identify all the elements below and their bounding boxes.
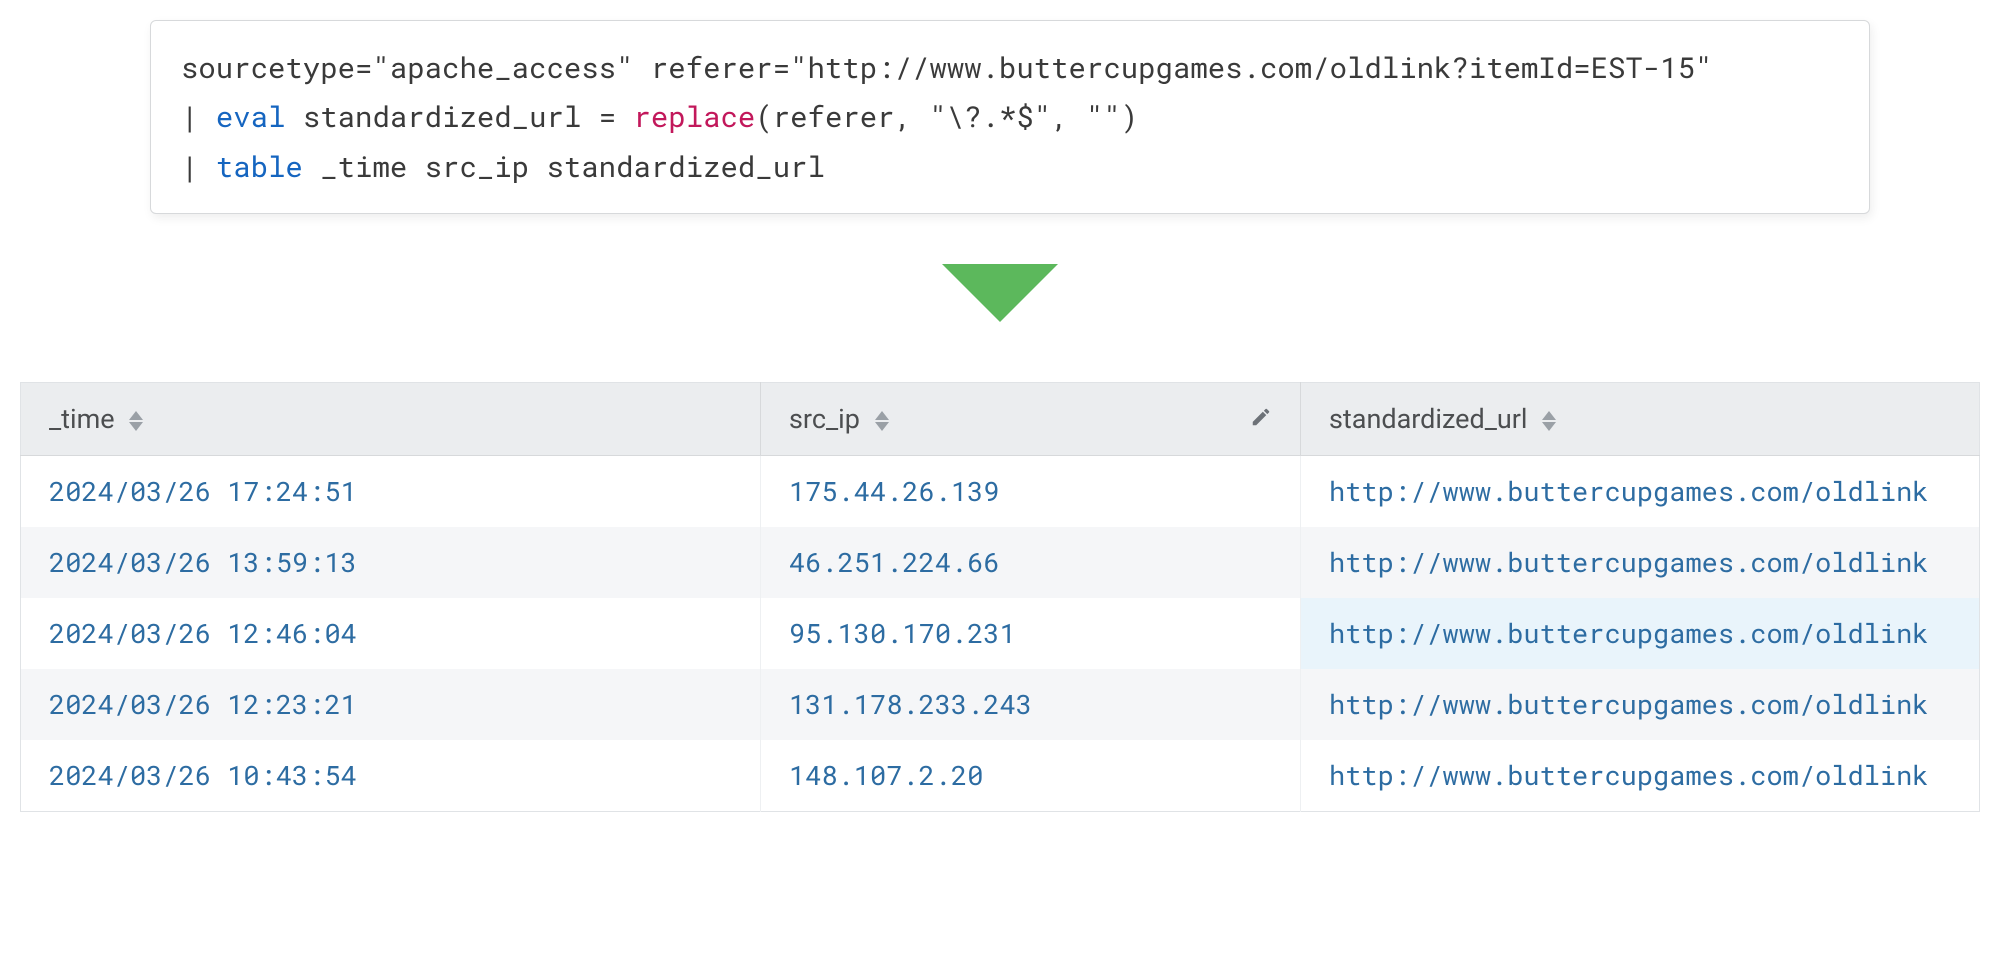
query-text: standardized_url = bbox=[285, 97, 633, 135]
cell-src-ip: 148.107.2.20 bbox=[761, 740, 1301, 812]
sort-up-icon bbox=[129, 411, 143, 420]
sort-up-icon bbox=[1542, 411, 1556, 420]
cell-time: 2024/03/26 12:46:04 bbox=[21, 598, 761, 669]
table-row[interactable]: 2024/03/26 10:43:54 148.107.2.20 http://… bbox=[21, 740, 1980, 812]
keyword-eval: eval bbox=[216, 97, 286, 135]
query-text: sourcetype="apache_access" referer="http… bbox=[181, 48, 1712, 86]
cell-time: 2024/03/26 17:24:51 bbox=[21, 455, 761, 527]
table-row[interactable]: 2024/03/26 17:24:51 175.44.26.139 http:/… bbox=[21, 455, 1980, 527]
column-header-label: _time bbox=[49, 403, 115, 435]
sort-down-icon bbox=[875, 422, 889, 431]
pencil-icon[interactable] bbox=[1250, 403, 1272, 435]
keyword-replace: replace bbox=[634, 97, 756, 135]
pipe-symbol: | bbox=[181, 147, 216, 185]
column-header-label: standardized_url bbox=[1329, 403, 1527, 435]
column-header-src-ip[interactable]: src_ip bbox=[761, 382, 1301, 455]
cell-time: 2024/03/26 12:23:21 bbox=[21, 669, 761, 740]
sort-down-icon bbox=[1542, 422, 1556, 431]
cell-src-ip: 175.44.26.139 bbox=[761, 455, 1301, 527]
query-line-3: | table _time src_ip standardized_url bbox=[181, 142, 1839, 191]
column-header-label: src_ip bbox=[789, 403, 860, 435]
cell-src-ip: 46.251.224.66 bbox=[761, 527, 1301, 598]
results-table: _time src_ip standardized_url bbox=[20, 382, 1980, 812]
cell-url: http://www.buttercupgames.com/oldlink bbox=[1301, 740, 1980, 812]
column-header-standardized-url[interactable]: standardized_url bbox=[1301, 382, 1980, 455]
cell-src-ip: 95.130.170.231 bbox=[761, 598, 1301, 669]
cell-url: http://www.buttercupgames.com/oldlink bbox=[1301, 669, 1980, 740]
column-header-time[interactable]: _time bbox=[21, 382, 761, 455]
arrow-down-icon bbox=[942, 264, 1058, 322]
query-text: _time src_ip standardized_url bbox=[303, 147, 825, 185]
cell-time: 2024/03/26 13:59:13 bbox=[21, 527, 761, 598]
sort-down-icon bbox=[129, 422, 143, 431]
table-header-row: _time src_ip standardized_url bbox=[21, 382, 1980, 455]
query-line-1: sourcetype="apache_access" referer="http… bbox=[181, 43, 1839, 92]
search-query-editor[interactable]: sourcetype="apache_access" referer="http… bbox=[150, 20, 1870, 214]
sort-icon[interactable] bbox=[129, 411, 143, 431]
flow-arrow-wrap bbox=[0, 264, 2000, 322]
query-line-2: | eval standardized_url = replace(refere… bbox=[181, 92, 1839, 141]
sort-up-icon bbox=[875, 411, 889, 420]
cell-time: 2024/03/26 10:43:54 bbox=[21, 740, 761, 812]
cell-src-ip: 131.178.233.243 bbox=[761, 669, 1301, 740]
sort-icon[interactable] bbox=[1542, 411, 1556, 431]
sort-icon[interactable] bbox=[875, 411, 889, 431]
table-row[interactable]: 2024/03/26 12:23:21 131.178.233.243 http… bbox=[21, 669, 1980, 740]
table-row[interactable]: 2024/03/26 13:59:13 46.251.224.66 http:/… bbox=[21, 527, 1980, 598]
query-text: (referer, "\?.*$", "") bbox=[755, 97, 1138, 135]
cell-url: http://www.buttercupgames.com/oldlink bbox=[1301, 598, 1980, 669]
keyword-table: table bbox=[216, 147, 303, 185]
cell-url: http://www.buttercupgames.com/oldlink bbox=[1301, 527, 1980, 598]
cell-url: http://www.buttercupgames.com/oldlink bbox=[1301, 455, 1980, 527]
table-row[interactable]: 2024/03/26 12:46:04 95.130.170.231 http:… bbox=[21, 598, 1980, 669]
pipe-symbol: | bbox=[181, 97, 216, 135]
